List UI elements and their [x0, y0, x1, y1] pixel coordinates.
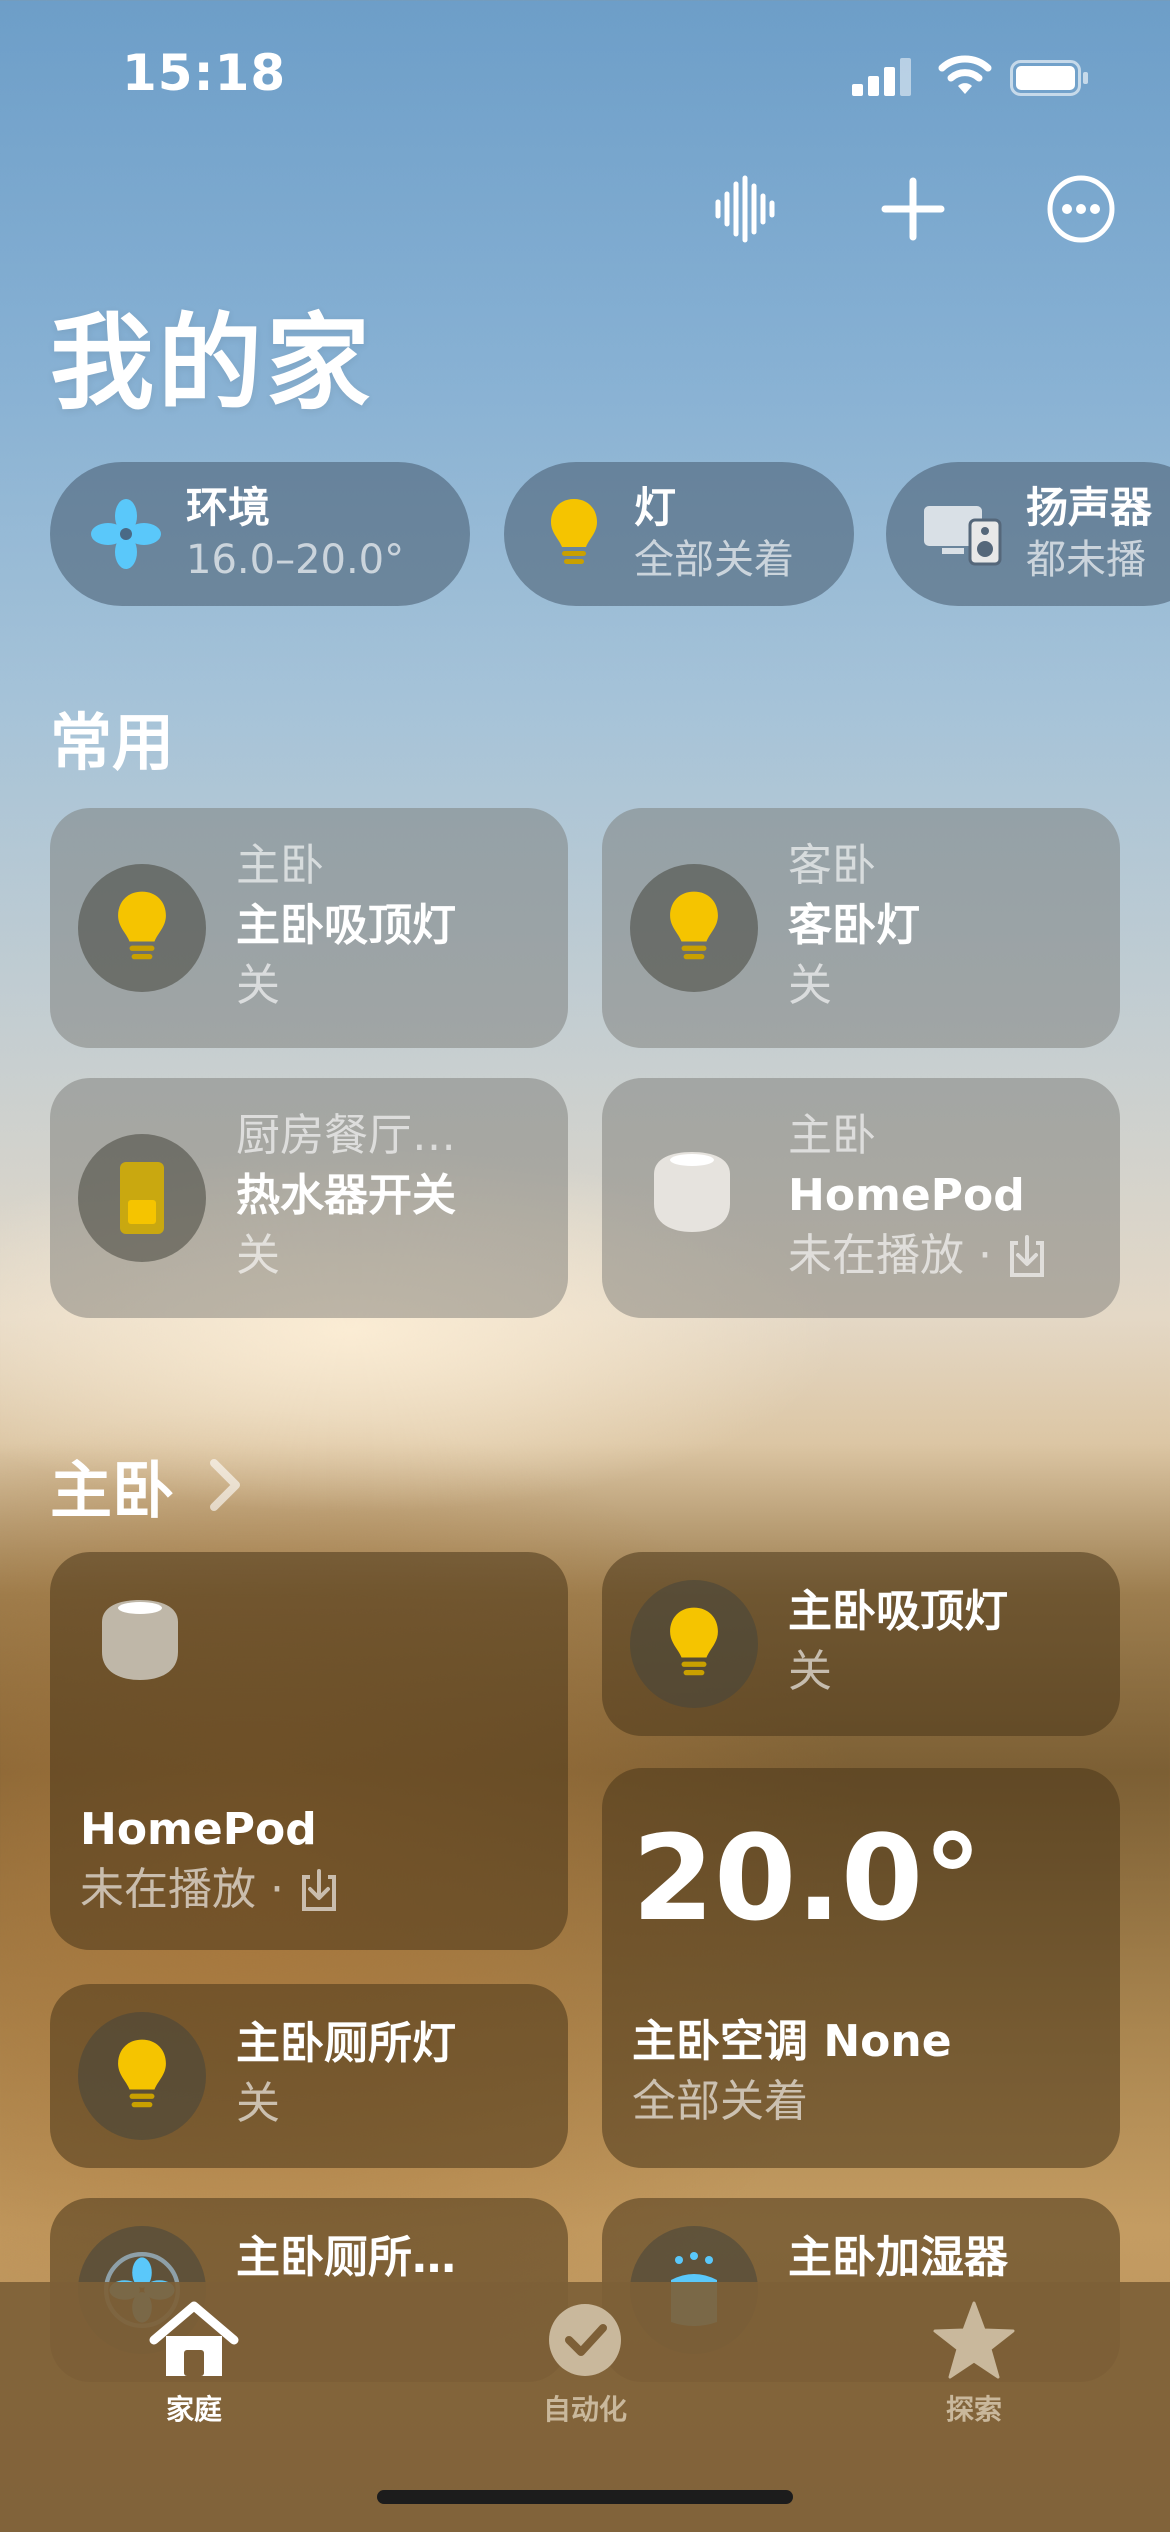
chip-subtitle: 都未播	[1026, 537, 1146, 583]
speaker-icon	[922, 494, 1006, 574]
wifi-icon	[938, 55, 992, 94]
tile-state: 关	[788, 1646, 832, 1697]
tile-name: 主卧吸顶灯	[788, 1586, 1008, 1637]
tab-discover[interactable]: 探索	[854, 2300, 1094, 2428]
airplay-icon	[301, 1869, 336, 1911]
tile-name: 热水器开关	[236, 1170, 456, 1221]
battery-icon	[1010, 60, 1088, 96]
chip-title: 扬声器	[1026, 483, 1153, 532]
switch-icon	[78, 1134, 206, 1262]
accessory-tile-homepod[interactable]: 主卧 HomePod 未在播放 ·	[602, 1078, 1120, 1318]
summary-chip-climate[interactable]: 环境 16.0–20.0°	[50, 462, 470, 606]
summary-chip-speakers[interactable]: 扬声器 都未播	[886, 462, 1170, 606]
accessory-tile-master-bedroom-light[interactable]: 主卧 主卧吸顶灯 关	[50, 808, 568, 1048]
tile-state: 关	[236, 960, 280, 1011]
chip-title: 环境	[186, 483, 271, 532]
automation-icon	[549, 2304, 621, 2376]
tile-room: 厨房餐厅…	[236, 1110, 456, 1161]
add-button[interactable]	[868, 164, 958, 254]
tile-state: 关	[236, 1230, 280, 1281]
page-title: 我的家	[50, 302, 375, 424]
tile-name: HomePod	[788, 1170, 1025, 1221]
tile-state: 未在播放 ·	[80, 1864, 284, 1915]
tab-automation[interactable]: 自动化	[465, 2300, 705, 2428]
room-section-header[interactable]: 主卧	[50, 1440, 244, 1530]
room-section-title: 主卧	[50, 1454, 175, 1527]
accessory-tile-air-conditioner[interactable]: 20.0° 主卧空调 None 全部关着	[602, 1768, 1120, 2168]
ac-temperature: 20.0°	[632, 1809, 983, 1947]
tile-name: 主卧厕所…	[236, 2232, 456, 2283]
tile-name: 客卧灯	[788, 900, 920, 951]
tab-label: 探索	[945, 2393, 1002, 2426]
tile-state: 未在播放 ·	[788, 1230, 992, 1281]
status-time: 15:18	[122, 44, 287, 102]
homepod-icon	[92, 1596, 188, 1688]
chip-title: 灯	[634, 483, 677, 532]
lightbulb-icon	[630, 864, 758, 992]
cellular-signal-icon	[852, 58, 911, 96]
favorites-section-title: 常用	[50, 706, 175, 779]
more-icon	[1047, 175, 1115, 243]
voice-waveform-icon	[715, 175, 775, 243]
tab-label: 家庭	[165, 2393, 222, 2426]
tile-state: 关	[236, 2078, 280, 2129]
tab-home[interactable]: 家庭	[74, 2300, 314, 2428]
tile-name: HomePod	[80, 1804, 317, 1855]
accessory-tile-water-heater-switch[interactable]: 厨房餐厅… 热水器开关 关	[50, 1078, 568, 1318]
accessory-tile-homepod-large[interactable]: HomePod 未在播放 ·	[50, 1552, 568, 1950]
home-indicator	[377, 2490, 793, 2504]
tile-room: 主卧	[788, 1110, 876, 1161]
star-icon	[933, 2301, 1015, 2379]
tile-state: 关	[788, 960, 832, 1011]
summary-chip-lights[interactable]: 灯 全部关着	[504, 462, 854, 606]
homepod-icon	[644, 1148, 740, 1240]
chip-subtitle: 全部关着	[634, 537, 794, 583]
tile-name: 主卧空调 None	[632, 2016, 952, 2067]
tab-label: 自动化	[542, 2393, 627, 2426]
tile-name: 主卧加湿器	[788, 2232, 1008, 2283]
fan-icon	[86, 494, 166, 574]
accessory-tile-guest-room-light[interactable]: 客卧 客卧灯 关	[602, 808, 1120, 1048]
accessory-tile-ceiling-light[interactable]: 主卧吸顶灯 关	[602, 1552, 1120, 1736]
lightbulb-icon	[78, 864, 206, 992]
chevron-right-icon	[210, 1459, 241, 1511]
voice-waveform-button[interactable]	[700, 164, 790, 254]
accessory-tile-toilet-light[interactable]: 主卧厕所灯 关	[50, 1984, 568, 2168]
airplay-icon	[1009, 1235, 1044, 1277]
lightbulb-icon	[78, 2012, 206, 2140]
chip-subtitle: 16.0–20.0°	[186, 537, 405, 583]
tile-name: 主卧吸顶灯	[236, 900, 456, 951]
tile-state: 全部关着	[632, 2076, 808, 2127]
plus-icon	[881, 177, 945, 241]
tile-room: 客卧	[788, 840, 876, 891]
more-options-button[interactable]	[1036, 164, 1126, 254]
home-icon	[149, 2301, 239, 2376]
lightbulb-icon	[630, 1580, 758, 1708]
lightbulb-icon	[534, 494, 614, 574]
tile-room: 主卧	[236, 840, 324, 891]
tile-name: 主卧厕所灯	[236, 2018, 456, 2069]
